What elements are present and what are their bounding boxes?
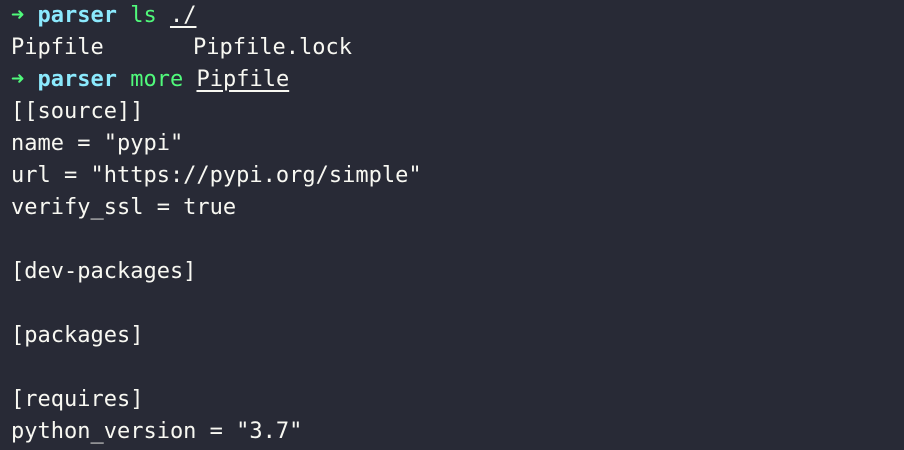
ls-output-line: Pipfile Pipfile.lock — [11, 32, 896, 64]
file-content-line: verify_ssl = true — [11, 195, 237, 220]
file-content-line: [requires] — [11, 387, 144, 412]
file-content-line: url = "https://pypi.org/simple" — [11, 163, 422, 188]
file-content-line — [11, 352, 896, 384]
prompt-directory: parser — [37, 67, 117, 92]
ls-entry: Pipfile.lock — [193, 35, 352, 60]
file-content-line: [dev-packages] — [11, 259, 197, 284]
command-name: ls — [130, 3, 157, 28]
arrow-right-icon: ➜ — [11, 3, 25, 28]
file-content-line: name = "pypi" — [11, 131, 184, 156]
file-content-line: [[source]] — [11, 99, 144, 124]
command-name: more — [130, 67, 184, 92]
file-content-line: [packages] — [11, 323, 144, 348]
prompt-directory: parser — [37, 3, 117, 28]
ls-entry: Pipfile — [11, 35, 104, 60]
file-content-line — [11, 288, 896, 320]
prompt-line: ➜ parser more Pipfile — [11, 64, 896, 96]
arrow-right-icon: ➜ — [11, 67, 25, 92]
command-argument[interactable]: Pipfile — [196, 67, 289, 92]
command-argument[interactable]: ./ — [170, 3, 197, 28]
file-content-line: python_version = "3.7" — [11, 419, 303, 444]
terminal-output: ➜ parser ls ./ Pipfile Pipfile.lock ➜ par… — [11, 0, 896, 448]
prompt-line: ➜ parser ls ./ — [11, 0, 896, 32]
file-content-line — [11, 224, 896, 256]
